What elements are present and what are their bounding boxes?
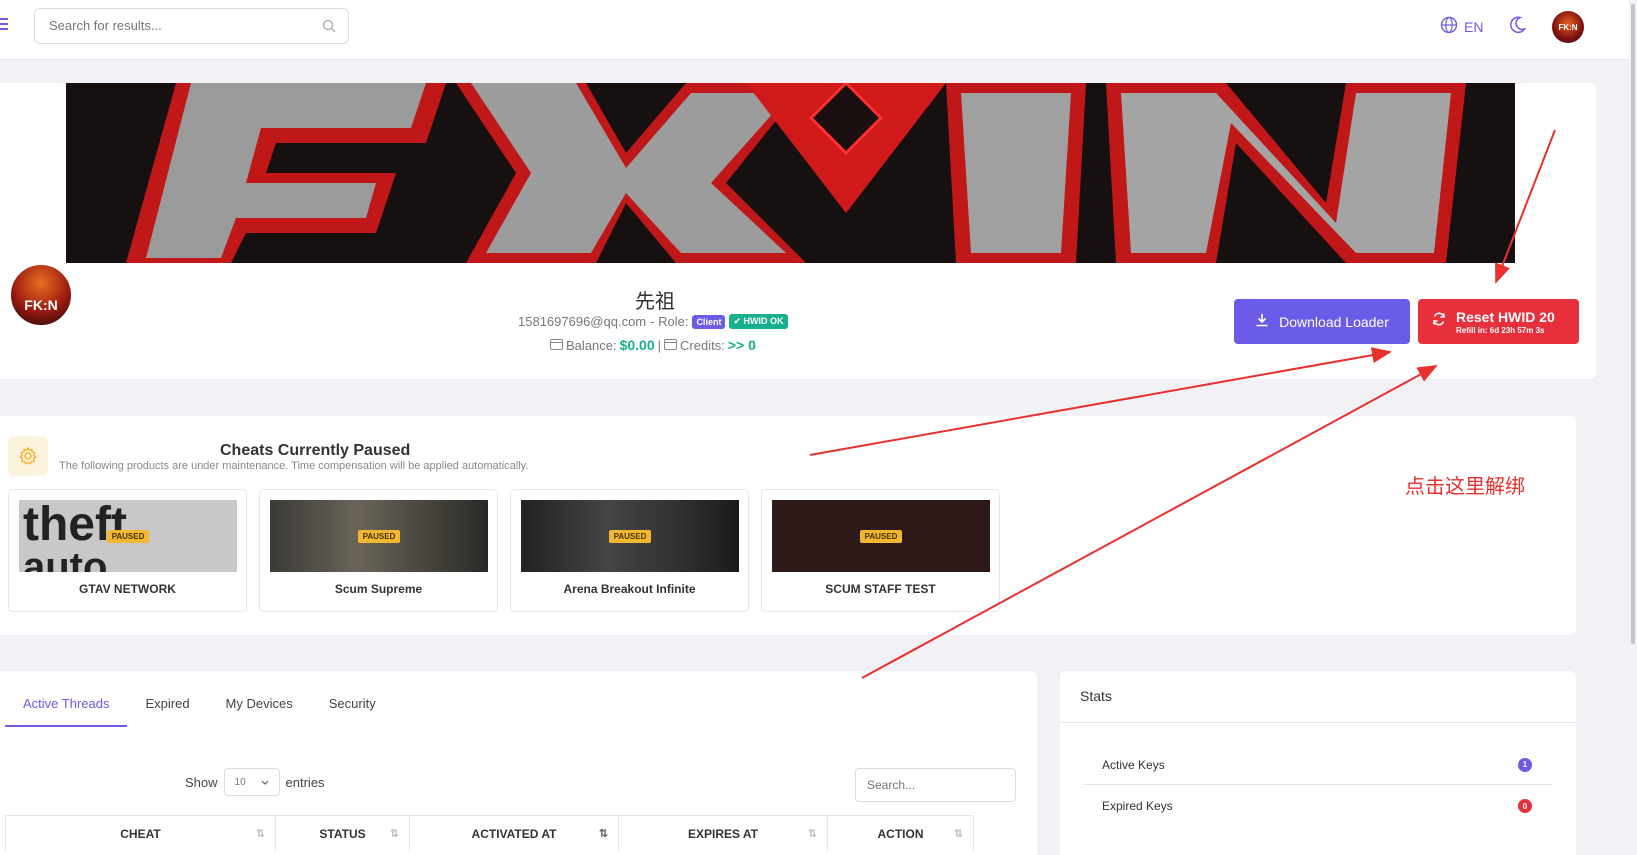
hwid-badge-label: HWID OK — [743, 316, 784, 326]
product-thumbnail: PAUSED — [521, 500, 739, 572]
sort-icon: ⇅ — [255, 828, 265, 840]
reset-hwid-text: Reset HWID 20 Refill in: 6d 23h 57m 3s — [1456, 309, 1555, 335]
credit-card-icon — [664, 338, 678, 353]
stat-count-badge: 1 — [1518, 757, 1532, 772]
product-name: GTAV NETWORK — [79, 582, 176, 596]
sort-icon: ⇅ — [598, 828, 608, 840]
product-card[interactable]: PAUSED Arena Breakout Infinite — [510, 489, 749, 612]
user-name: 先祖 — [635, 291, 675, 313]
column-label: CHEAT — [120, 827, 161, 841]
credits-label: Credits: — [680, 337, 725, 353]
reset-hwid-button[interactable]: Reset HWID 20 Refill in: 6d 23h 57m 3s — [1418, 299, 1579, 344]
paused-title: Cheats Currently Paused — [220, 442, 411, 459]
product-name: Arena Breakout Infinite — [563, 582, 696, 596]
threads-tabs: Active Threads Expired My Devices Securi… — [5, 671, 394, 728]
separator: | — [657, 337, 662, 353]
stat-row-expired-keys: Expired Keys 0 — [1082, 786, 1552, 826]
wallet-icon — [550, 338, 563, 353]
product-thumbnail: theft auto PAUSED — [19, 500, 237, 572]
profile-banner — [66, 83, 1515, 263]
dark-mode-toggle[interactable] — [1510, 16, 1527, 39]
download-icon — [1255, 313, 1269, 330]
sort-icon: ⇅ — [389, 828, 399, 840]
threads-card: Active Threads Expired My Devices Securi… — [0, 671, 1037, 855]
stat-label: Active Keys — [1102, 757, 1165, 772]
annotation-text: 点击这里解绑 — [1405, 476, 1525, 498]
column-header-cheat[interactable]: CHEAT ⇅ — [5, 816, 275, 852]
paused-tag: PAUSED — [608, 529, 652, 543]
tab-active-threads[interactable]: Active Threads — [5, 671, 128, 727]
language-selector[interactable]: EN — [1440, 16, 1483, 37]
product-thumbnail: PAUSED — [270, 500, 488, 572]
credits-value: >> 0 — [727, 337, 756, 353]
divider — [1060, 722, 1576, 723]
sort-icon: ⇅ — [953, 828, 963, 840]
entries-value: 10 — [234, 776, 246, 788]
stat-label: Expired Keys — [1102, 799, 1173, 813]
menu-icon[interactable] — [0, 18, 8, 33]
product-card[interactable]: PAUSED SCUM STAFF TEST — [761, 489, 1000, 612]
language-label: EN — [1464, 18, 1484, 35]
role-badge: Client — [692, 314, 726, 329]
paused-cheats-card: Cheats Currently Paused The following pr… — [0, 416, 1576, 635]
avatar-label: FK:N — [1558, 22, 1578, 32]
table-search-input[interactable] — [867, 778, 1007, 792]
paused-subtitle: The following products are under mainten… — [59, 460, 529, 472]
paused-tag: PAUSED — [357, 529, 401, 543]
product-name: Scum Supreme — [334, 582, 423, 596]
svg-text:theft: theft — [23, 500, 127, 551]
column-label: EXPIRES AT — [687, 827, 758, 841]
moon-icon — [1510, 16, 1527, 38]
tab-expired[interactable]: Expired — [127, 671, 207, 727]
download-loader-label: Download Loader — [1279, 313, 1389, 330]
sort-icon: ⇅ — [807, 828, 817, 840]
user-avatar[interactable]: FK:N — [1552, 11, 1584, 43]
column-label: STATUS — [319, 827, 366, 841]
product-name: SCUM STAFF TEST — [825, 582, 936, 596]
column-label: ACTIVATED AT — [471, 827, 557, 841]
svg-text:auto: auto — [23, 545, 107, 572]
chevron-down-icon — [261, 777, 269, 788]
product-thumbnail: PAUSED — [772, 500, 990, 572]
show-label: Show — [185, 774, 218, 790]
download-loader-button[interactable]: Download Loader — [1234, 299, 1410, 344]
balance-value: $0.00 — [619, 337, 655, 353]
column-header-expires-at[interactable]: EXPIRES AT ⇅ — [618, 816, 827, 852]
column-header-status[interactable]: STATUS ⇅ — [275, 816, 409, 852]
top-bar: EN FK:N — [0, 0, 1637, 60]
paused-tag: PAUSED — [106, 529, 150, 543]
entries-control: Show 10 entries — [185, 768, 325, 796]
reset-hwid-label: Reset HWID 20 — [1456, 308, 1555, 325]
search-input[interactable] — [49, 18, 309, 33]
stats-card: Stats Active Keys 1 Expired Keys 0 — [1060, 671, 1576, 855]
refresh-icon — [1432, 312, 1446, 331]
tab-security[interactable]: Security — [311, 671, 394, 727]
paused-tag: PAUSED — [859, 529, 903, 543]
stat-count-badge: 0 — [1518, 799, 1532, 813]
hwid-status-badge: ✔ HWID OK — [729, 314, 788, 329]
column-header-activated-at[interactable]: ACTIVATED AT ⇅ — [409, 816, 618, 852]
stat-row-active-keys: Active Keys 1 — [1082, 745, 1552, 785]
reset-refill-timer: Refill in: 6d 23h 57m 3s — [1456, 325, 1545, 335]
user-email: 1581697696@qq.com — [518, 314, 647, 329]
entries-label: entries — [285, 774, 325, 790]
gear-icon — [8, 436, 48, 476]
global-search[interactable] — [34, 8, 349, 44]
column-header-action[interactable]: ACTION ⇅ — [827, 816, 974, 852]
table-search[interactable] — [855, 768, 1016, 802]
balance-label: Balance: — [566, 337, 617, 353]
search-icon[interactable] — [322, 19, 336, 38]
product-card[interactable]: theft auto PAUSED GTAV NETWORK — [8, 489, 247, 612]
balance-line: Balance: $0.00 | Credits: >> 0 — [550, 337, 756, 353]
role-label: - Role: — [650, 314, 689, 329]
stats-title: Stats — [1080, 688, 1112, 704]
column-label: ACTION — [877, 827, 924, 841]
globe-icon — [1440, 16, 1458, 37]
tab-my-devices[interactable]: My Devices — [208, 671, 311, 727]
product-card[interactable]: PAUSED Scum Supreme — [259, 489, 498, 612]
entries-select[interactable]: 10 — [223, 768, 280, 796]
table-header: CHEAT ⇅ STATUS ⇅ ACTIVATED AT ⇅ EXPIRES AT ⇅… — [5, 815, 974, 852]
page-scrollbar[interactable] — [1629, 0, 1637, 855]
user-info-line: 1581697696@qq.com - Role: Client ✔ HWID … — [518, 314, 788, 329]
